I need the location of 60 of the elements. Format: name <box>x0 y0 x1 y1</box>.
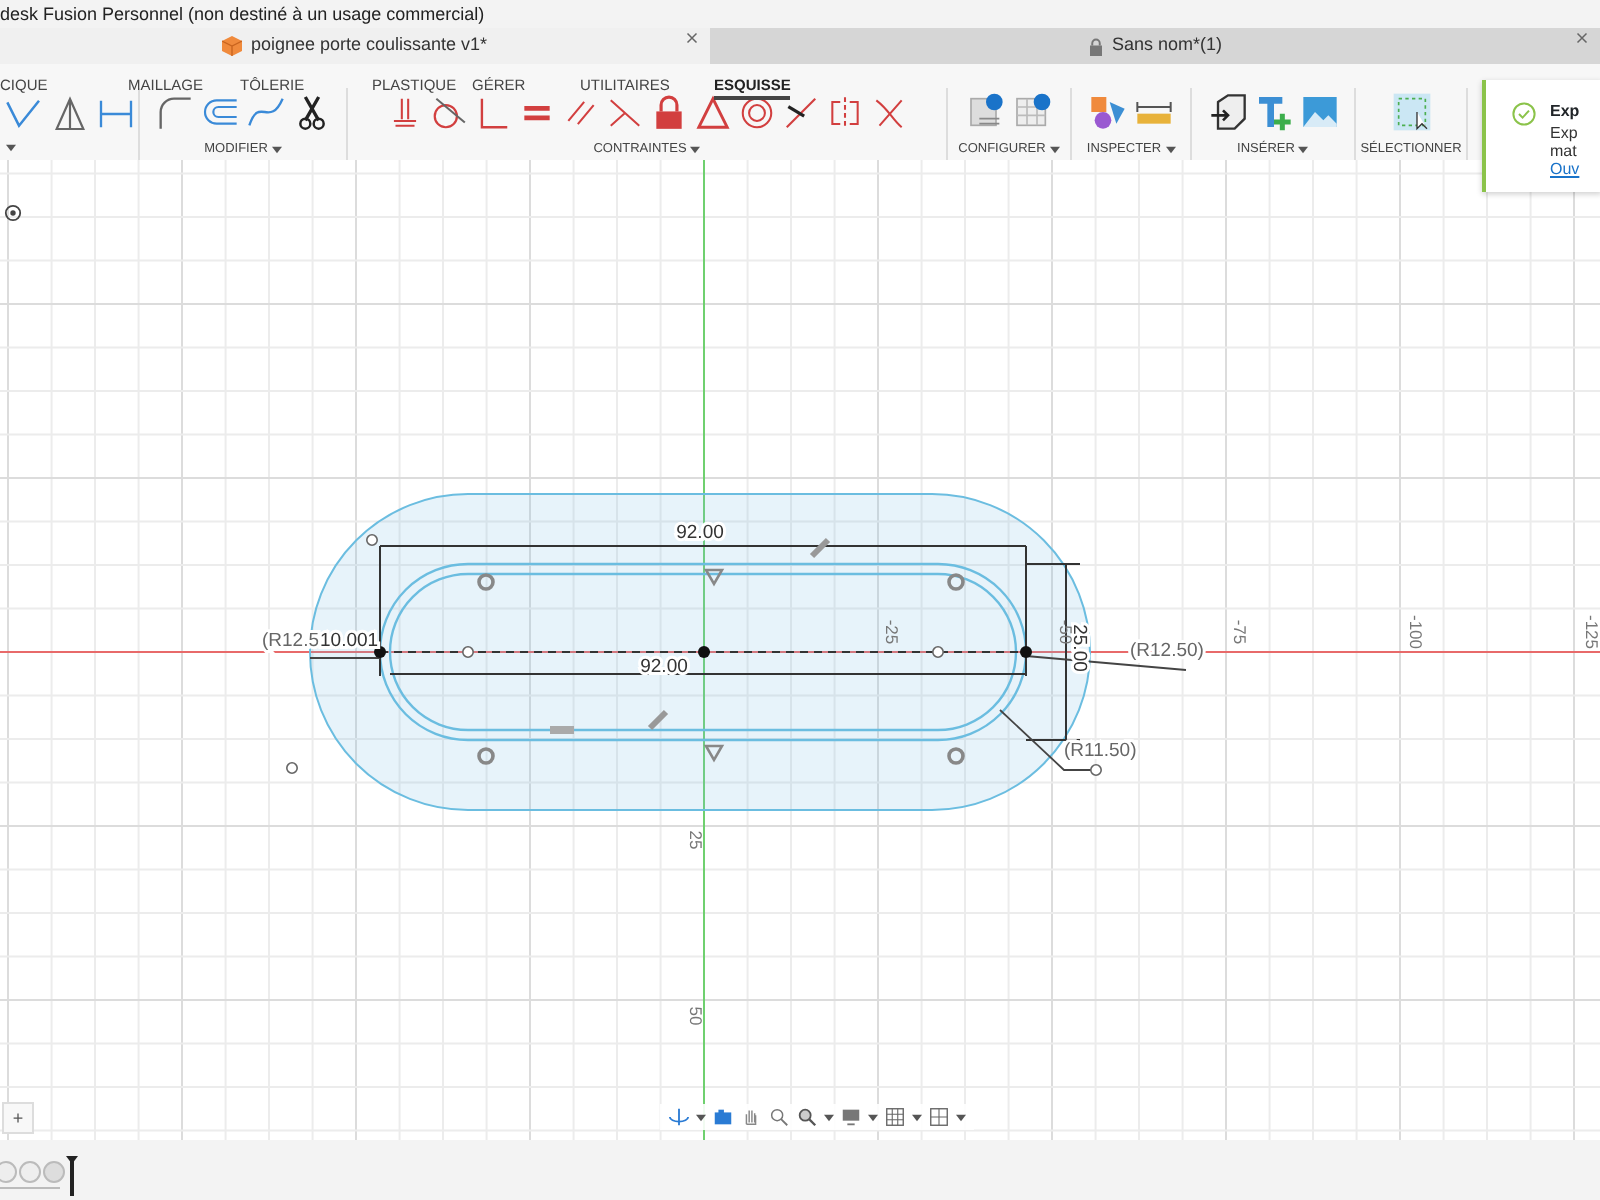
fillet-icon[interactable] <box>154 92 194 133</box>
close-icon[interactable] <box>1576 32 1588 44</box>
caret-icon[interactable] <box>1298 146 1309 155</box>
hand-icon[interactable] <box>740 1106 762 1128</box>
sketch-point[interactable] <box>932 646 944 658</box>
notification-title: Exp <box>1550 100 1580 124</box>
document-tab[interactable]: poignee porte coulissante v1* <box>0 28 710 64</box>
sketch-point[interactable] <box>374 646 386 658</box>
dimension-label[interactable]: (R11.50) <box>1064 740 1137 762</box>
lock-icon[interactable] <box>650 93 688 132</box>
box-icon[interactable] <box>1207 92 1247 133</box>
notification-link[interactable]: Ouv <box>1550 158 1580 182</box>
notification-text: Exp <box>1550 122 1578 145</box>
tab-label: Sans nom*(1) <box>1111 32 1223 59</box>
caret-icon[interactable] <box>696 1113 706 1121</box>
axis-label: -75 <box>1230 619 1250 645</box>
axis-label: 25 <box>686 830 706 850</box>
zoom-icon[interactable] <box>796 1106 818 1128</box>
caret-icon[interactable] <box>1049 146 1060 155</box>
grid-icon[interactable] <box>928 1106 950 1128</box>
dimension-label[interactable]: 10.001 <box>320 630 379 652</box>
constraint-icon[interactable] <box>809 537 831 559</box>
notification-text: mat <box>1550 142 1577 162</box>
sketch-point[interactable] <box>698 646 710 658</box>
caret-icon[interactable] <box>271 146 282 155</box>
dimension-label[interactable]: 92.00 <box>640 656 688 678</box>
axis-label: 50 <box>686 1006 706 1026</box>
grid-icon[interactable] <box>884 1106 906 1128</box>
add-button[interactable]: + <box>2 1102 34 1134</box>
display-icon[interactable] <box>840 1106 862 1128</box>
caret-icon[interactable] <box>956 1113 966 1121</box>
triangle-icon[interactable] <box>49 94 89 134</box>
check-icon <box>1512 102 1536 126</box>
zoom-icon[interactable] <box>768 1106 790 1128</box>
caret-icon[interactable] <box>824 1113 834 1121</box>
cube-icon <box>222 36 243 56</box>
caret-icon[interactable] <box>1165 146 1176 155</box>
image-icon[interactable] <box>1299 92 1339 133</box>
caret-icon[interactable] <box>868 1113 878 1121</box>
sketch-point[interactable] <box>1020 646 1032 658</box>
orbit-icon[interactable] <box>668 1106 690 1128</box>
camera-icon[interactable] <box>712 1106 734 1128</box>
document-tab[interactable]: Sans nom*(1) <box>710 28 1600 64</box>
shapes-icon[interactable] <box>1088 92 1128 133</box>
caret-icon[interactable] <box>690 146 701 155</box>
close-icon[interactable] <box>686 32 698 44</box>
window-title: desk Fusion Personnel (non destiné à un usage commercial) <box>0 0 1600 28</box>
symmetry-icon[interactable] <box>826 93 864 132</box>
target-icon[interactable] <box>4 204 22 222</box>
midpoint-icon[interactable] <box>782 93 820 132</box>
selection-icon[interactable] <box>1391 92 1431 133</box>
axis-label: -125 <box>1582 615 1600 649</box>
tab-label: poignee porte coulissante v1* <box>250 32 488 59</box>
tangent-icon[interactable] <box>430 93 468 132</box>
axis-label: -25 <box>882 619 902 645</box>
caret-icon[interactable] <box>6 144 16 152</box>
axis-label: -100 <box>1406 615 1426 649</box>
axis-label: -50 <box>1056 619 1076 645</box>
triangle-icon[interactable] <box>694 93 732 132</box>
caret-icon[interactable] <box>912 1113 922 1121</box>
